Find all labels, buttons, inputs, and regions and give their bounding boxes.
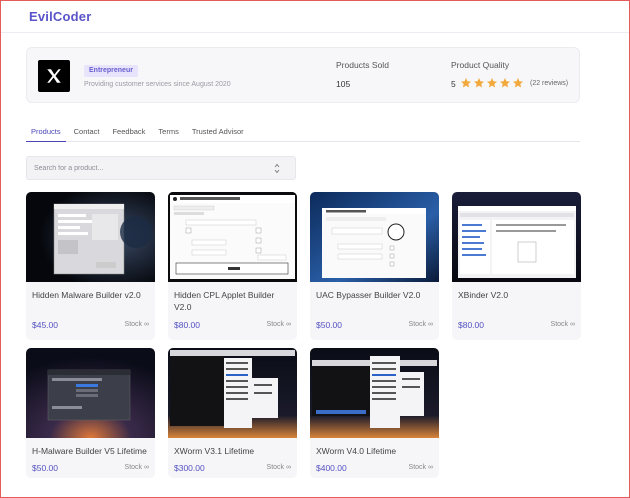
star-icon: [513, 78, 523, 88]
product-quality-value: 5: [451, 79, 456, 89]
product-price: $50.00: [32, 463, 58, 473]
reviews-count[interactable]: (22 reviews): [530, 80, 568, 87]
products-sold-value: 105: [336, 79, 351, 89]
product-stock: Stock ∞: [266, 464, 291, 471]
search-input[interactable]: [34, 162, 264, 175]
product-thumbnail[interactable]: [310, 192, 439, 282]
product-price: $80.00: [174, 320, 200, 330]
star-icon: [500, 78, 510, 88]
seller-profile-card: Entrepreneur Providing customer services…: [26, 47, 580, 103]
star-icon: [487, 78, 497, 88]
product-card[interactable]: Hidden CPL Applet Builder V2.0 $80.00 St…: [168, 192, 297, 340]
seller-avatar: [38, 60, 70, 92]
product-thumbnail[interactable]: [452, 192, 581, 282]
sort-arrows-icon[interactable]: [274, 163, 280, 174]
x-logo-icon: [47, 69, 61, 83]
product-card[interactable]: H-Malware Builder V5 Lifetime $50.00 Sto…: [26, 348, 155, 478]
tab-trusted-advisor[interactable]: Trusted Advisor: [187, 126, 249, 142]
product-card[interactable]: XWorm V3.1 Lifetime $300.00 Stock ∞: [168, 348, 297, 478]
product-thumbnail[interactable]: [310, 348, 439, 438]
product-card[interactable]: Hidden Malware Builder v2.0 $45.00 Stock…: [26, 192, 155, 340]
tab-feedback[interactable]: Feedback: [107, 126, 150, 142]
product-stock: Stock ∞: [550, 321, 575, 328]
product-thumbnail[interactable]: [168, 348, 297, 438]
product-card[interactable]: UAC Bypasser Builder V2.0 $50.00 Stock ∞: [310, 192, 439, 340]
product-thumbnail[interactable]: [168, 192, 297, 282]
product-title[interactable]: XBinder V2.0: [458, 289, 576, 301]
product-stock: Stock ∞: [124, 321, 149, 328]
star-icon: [474, 78, 484, 88]
star-icon: [461, 78, 471, 88]
brand-logo[interactable]: EvilCoder: [29, 9, 91, 24]
product-price: $50.00: [316, 320, 342, 330]
product-title[interactable]: Hidden Malware Builder v2.0: [32, 289, 150, 301]
tab-contact[interactable]: Contact: [69, 126, 105, 142]
seller-badge: Entrepreneur: [84, 65, 138, 77]
seller-tagline: Providing customer services since August…: [84, 81, 231, 88]
tab-products[interactable]: Products: [26, 126, 66, 142]
product-card[interactable]: XWorm V4.0 Lifetime $400.00 Stock ∞: [310, 348, 439, 478]
product-stock: Stock ∞: [408, 321, 433, 328]
top-bar: EvilCoder: [0, 0, 630, 33]
product-title[interactable]: Hidden CPL Applet Builder V2.0: [174, 289, 292, 313]
store-tabs: Products Contact Feedback Terms Trusted …: [26, 126, 580, 142]
product-price: $400.00: [316, 463, 347, 473]
product-price: $300.00: [174, 463, 205, 473]
rating-stars: [460, 77, 524, 89]
product-thumbnail[interactable]: [26, 348, 155, 438]
product-title[interactable]: H-Malware Builder V5 Lifetime: [32, 445, 150, 457]
products-sold-label: Products Sold: [336, 60, 389, 70]
product-search: [26, 156, 296, 180]
product-title[interactable]: XWorm V3.1 Lifetime: [174, 445, 292, 457]
product-stock: Stock ∞: [124, 464, 149, 471]
product-card[interactable]: XBinder V2.0 $80.00 Stock ∞: [452, 192, 581, 340]
product-stock: Stock ∞: [408, 464, 433, 471]
tab-terms[interactable]: Terms: [153, 126, 183, 142]
product-stock: Stock ∞: [266, 321, 291, 328]
product-price: $45.00: [32, 320, 58, 330]
product-quality-label: Product Quality: [451, 60, 510, 70]
product-title[interactable]: XWorm V4.0 Lifetime: [316, 445, 434, 457]
product-thumbnail[interactable]: [26, 192, 155, 282]
product-price: $80.00: [458, 320, 484, 330]
product-title[interactable]: UAC Bypasser Builder V2.0: [316, 289, 434, 301]
